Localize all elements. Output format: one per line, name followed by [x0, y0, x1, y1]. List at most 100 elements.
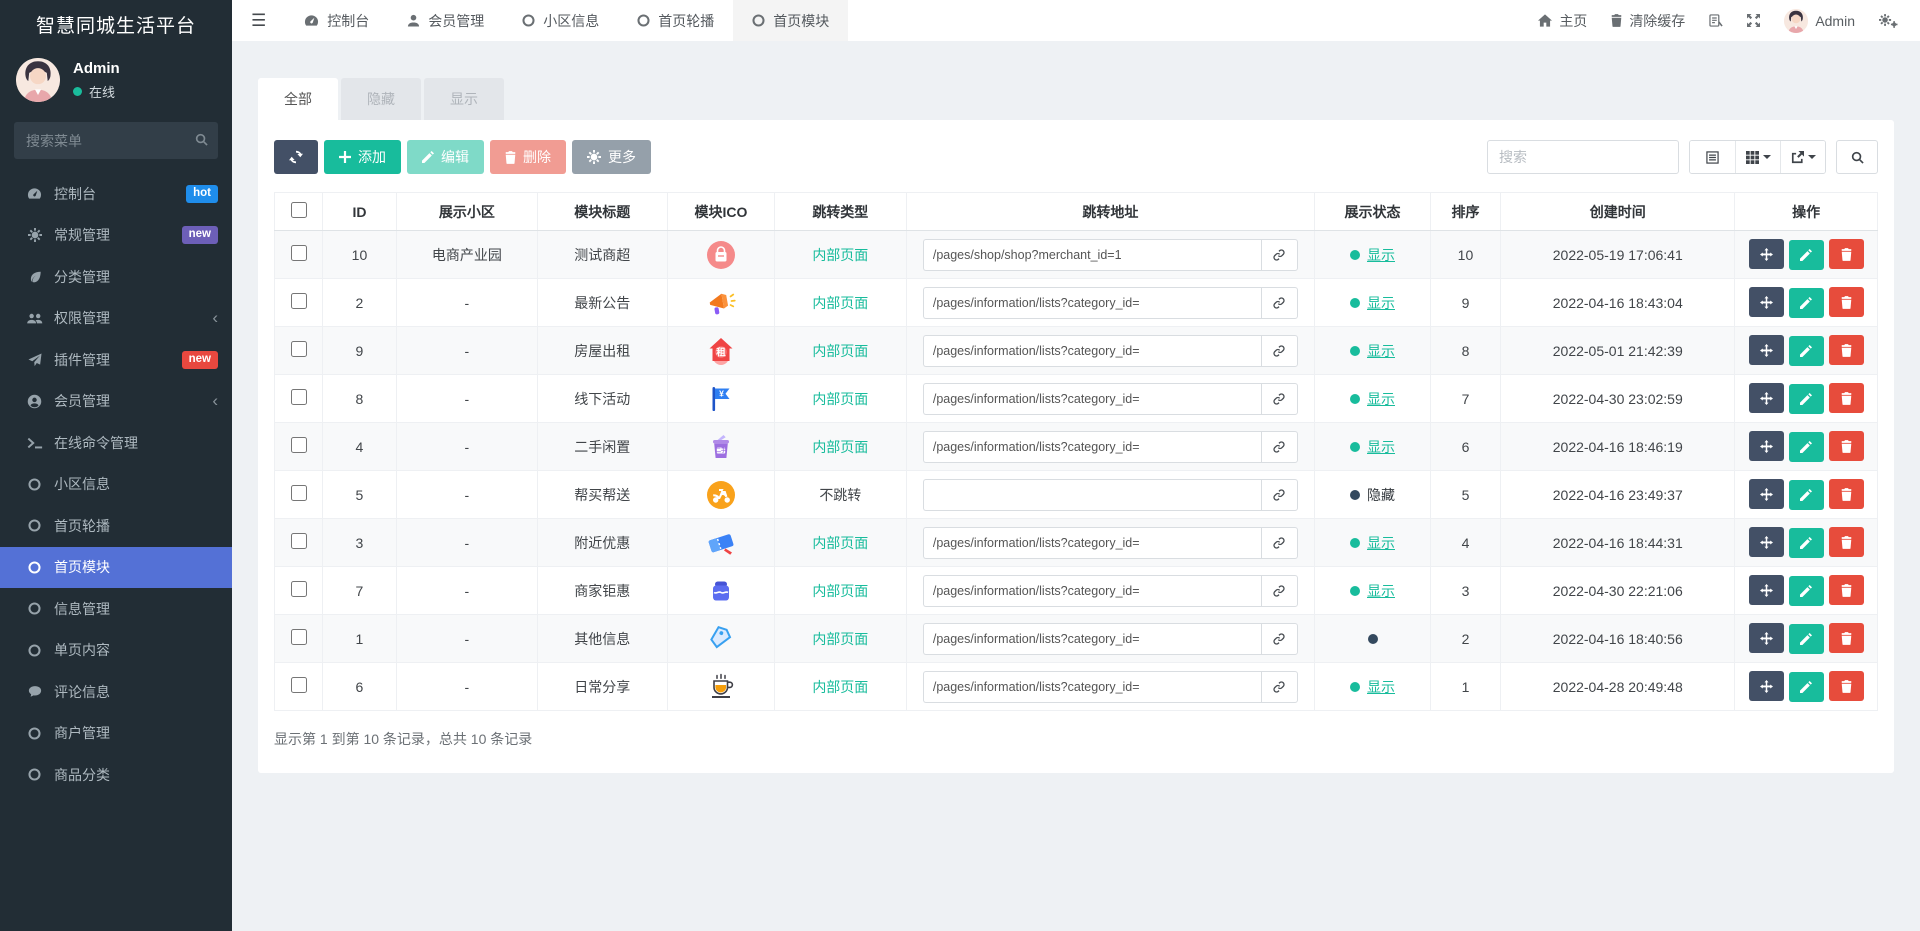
- sidebar-item-评论信息[interactable]: 评论信息: [0, 671, 232, 713]
- export-button[interactable]: [1780, 141, 1825, 173]
- user-menu[interactable]: Admin: [1784, 8, 1855, 33]
- delete-row-button[interactable]: [1828, 623, 1864, 654]
- jump-url-input[interactable]: [922, 430, 1261, 463]
- filter-tab-显示[interactable]: 显示: [424, 78, 504, 120]
- edit-row-button[interactable]: [1788, 671, 1824, 702]
- drag-row-button[interactable]: [1748, 383, 1784, 414]
- status-dot-icon[interactable]: [1367, 633, 1378, 644]
- topnav-tab-首页轮播[interactable]: 首页轮播: [618, 0, 733, 41]
- sidebar-search-input[interactable]: [14, 122, 218, 159]
- link-icon[interactable]: [1260, 382, 1298, 415]
- row-checkbox[interactable]: [290, 533, 307, 549]
- add-button[interactable]: 添加: [324, 140, 401, 174]
- topnav-tab-首页模块[interactable]: 首页模块: [733, 0, 849, 41]
- drag-row-button[interactable]: [1748, 527, 1784, 558]
- status-toggle[interactable]: 显示: [1367, 677, 1395, 697]
- detail-view-button[interactable]: [1690, 141, 1735, 173]
- jump-url-input[interactable]: [922, 622, 1261, 655]
- jump-url-input[interactable]: [922, 670, 1261, 703]
- edit-row-button[interactable]: [1788, 527, 1824, 558]
- status-toggle[interactable]: 显示: [1367, 341, 1395, 361]
- delete-row-button[interactable]: [1828, 575, 1864, 606]
- jump-url-input[interactable]: [922, 574, 1261, 607]
- table-search-input[interactable]: [1487, 140, 1679, 174]
- link-icon[interactable]: [1260, 574, 1298, 607]
- search-submit-button[interactable]: [1836, 140, 1878, 174]
- row-checkbox[interactable]: [290, 629, 307, 645]
- sidebar-item-商品分类[interactable]: 商品分类: [0, 754, 232, 796]
- sidebar-item-首页轮播[interactable]: 首页轮播: [0, 505, 232, 547]
- home-link[interactable]: 主页: [1538, 11, 1587, 31]
- edit-button[interactable]: 编辑: [407, 140, 484, 174]
- sidebar-item-小区信息[interactable]: 小区信息: [0, 464, 232, 506]
- sidebar-item-信息管理[interactable]: 信息管理: [0, 588, 232, 630]
- columns-button[interactable]: [1735, 141, 1780, 173]
- delete-row-button[interactable]: [1828, 527, 1864, 558]
- row-checkbox[interactable]: [290, 581, 307, 597]
- link-icon[interactable]: [1260, 430, 1298, 463]
- status-toggle[interactable]: 显示: [1367, 533, 1395, 553]
- clear-cache-button[interactable]: 清除缓存: [1611, 11, 1685, 31]
- row-checkbox[interactable]: [290, 677, 307, 693]
- sidebar-item-单页内容[interactable]: 单页内容: [0, 630, 232, 672]
- sidebar-item-会员管理[interactable]: 会员管理 ‹: [0, 381, 232, 423]
- topnav-tab-小区信息[interactable]: 小区信息: [503, 0, 618, 41]
- jump-url-input[interactable]: [922, 334, 1261, 367]
- topnav-tab-控制台[interactable]: 控制台: [285, 0, 388, 41]
- status-toggle[interactable]: 显示: [1367, 581, 1395, 601]
- edit-row-button[interactable]: [1788, 479, 1824, 510]
- status-toggle[interactable]: 显示: [1367, 293, 1395, 313]
- edit-row-button[interactable]: [1788, 431, 1824, 462]
- edit-row-button[interactable]: [1788, 287, 1824, 318]
- status-toggle[interactable]: 显示: [1367, 437, 1395, 457]
- sidebar-item-分类管理[interactable]: 分类管理: [0, 256, 232, 298]
- filter-tab-隐藏[interactable]: 隐藏: [341, 78, 421, 120]
- link-icon[interactable]: [1260, 238, 1298, 271]
- refresh-button[interactable]: [274, 140, 318, 174]
- status-toggle[interactable]: 隐藏: [1367, 485, 1395, 505]
- edit-row-button[interactable]: [1788, 575, 1824, 606]
- sidebar-item-控制台[interactable]: 控制台 hot: [0, 173, 232, 215]
- select-all-checkbox[interactable]: [290, 202, 307, 218]
- delete-row-button[interactable]: [1828, 383, 1864, 414]
- delete-button[interactable]: 删除: [490, 140, 566, 174]
- row-checkbox[interactable]: [290, 389, 307, 405]
- drag-row-button[interactable]: [1748, 335, 1784, 366]
- delete-row-button[interactable]: [1828, 671, 1864, 702]
- drag-row-button[interactable]: [1748, 287, 1784, 318]
- link-icon[interactable]: [1260, 334, 1298, 367]
- drag-row-button[interactable]: [1748, 431, 1784, 462]
- drag-row-button[interactable]: [1748, 575, 1784, 606]
- edit-row-button[interactable]: [1788, 623, 1824, 654]
- row-checkbox[interactable]: [290, 245, 307, 261]
- status-toggle[interactable]: 显示: [1367, 389, 1395, 409]
- delete-row-button[interactable]: [1828, 431, 1864, 462]
- delete-row-button[interactable]: [1828, 239, 1864, 270]
- delete-row-button[interactable]: [1828, 287, 1864, 318]
- hamburger-menu-icon[interactable]: ☰: [232, 0, 285, 41]
- sidebar-item-首页模块[interactable]: 首页模块: [0, 546, 232, 588]
- edit-row-button[interactable]: [1788, 383, 1824, 414]
- jump-url-input[interactable]: [922, 286, 1261, 319]
- link-icon[interactable]: [1260, 286, 1298, 319]
- link-icon[interactable]: [1260, 622, 1298, 655]
- settings-button[interactable]: [1879, 13, 1898, 28]
- link-icon[interactable]: [1260, 526, 1298, 559]
- drag-row-button[interactable]: [1748, 623, 1784, 654]
- topnav-tab-会员管理[interactable]: 会员管理: [388, 0, 503, 41]
- link-icon[interactable]: [1260, 478, 1298, 511]
- row-checkbox[interactable]: [290, 437, 307, 453]
- row-checkbox[interactable]: [290, 293, 307, 309]
- jump-url-input[interactable]: [922, 238, 1261, 271]
- jump-url-input[interactable]: [922, 526, 1261, 559]
- sidebar-item-商户管理[interactable]: 商户管理: [0, 713, 232, 755]
- sidebar-item-权限管理[interactable]: 权限管理 ‹: [0, 298, 232, 340]
- row-checkbox[interactable]: [290, 485, 307, 501]
- drag-row-button[interactable]: [1748, 479, 1784, 510]
- more-button[interactable]: 更多: [572, 140, 651, 174]
- sidebar-item-插件管理[interactable]: 插件管理 new: [0, 339, 232, 381]
- row-checkbox[interactable]: [290, 341, 307, 357]
- drag-row-button[interactable]: [1748, 239, 1784, 270]
- fullscreen-button[interactable]: [1747, 14, 1761, 27]
- sidebar-item-常规管理[interactable]: 常规管理 new: [0, 215, 232, 257]
